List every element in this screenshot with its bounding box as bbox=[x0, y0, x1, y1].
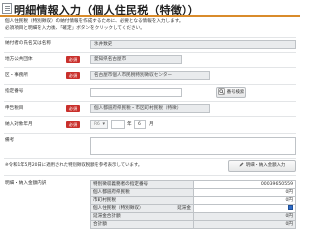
tax-item-label: 申告税目 bbox=[5, 106, 24, 111]
checkbox[interactable] bbox=[288, 205, 293, 210]
era-select[interactable]: R6 bbox=[90, 120, 108, 129]
row-key: 合計額 bbox=[90, 220, 194, 229]
remarks-textarea[interactable] bbox=[90, 137, 296, 155]
form-icon bbox=[2, 3, 12, 14]
payer-name-label: 納付者の氏名又は名称 bbox=[5, 41, 51, 46]
required-badge: 必須 bbox=[66, 105, 80, 112]
row-value: 0円 bbox=[193, 196, 296, 205]
remarks-label: 備考 bbox=[5, 138, 15, 143]
row-key: 特別徴収義務者の指定番号 bbox=[90, 180, 194, 189]
row-value: 0円 bbox=[193, 188, 296, 197]
row-value: 0円 bbox=[193, 212, 296, 221]
district-field[interactable]: 名古屋市個人市民税特別徴収センター bbox=[90, 71, 210, 80]
divider bbox=[4, 175, 296, 176]
required-badge: 必須 bbox=[66, 72, 80, 79]
designation-no-input[interactable] bbox=[90, 88, 182, 97]
divider bbox=[4, 52, 296, 53]
row-key: 個人住民税（特別徴収） 延滞金 bbox=[90, 204, 194, 213]
table-row: 市町村民税 0円 bbox=[90, 196, 296, 205]
row-key: 市町村民税 bbox=[90, 196, 194, 205]
divider bbox=[4, 84, 296, 85]
row-key-main: 個人住民税（特別徴収） bbox=[93, 205, 144, 211]
breakdown-label: 明細・納入金額内訳 bbox=[5, 181, 47, 186]
row-key: 個人都道府県民税 bbox=[90, 188, 194, 197]
table-row: 個人住民税（特別徴収） 延滞金 bbox=[90, 204, 296, 213]
municipality-label: 地方公共団体 bbox=[5, 57, 33, 62]
payment-period-label: 納入対象年月 bbox=[5, 122, 33, 127]
required-badge: 必須 bbox=[66, 121, 80, 128]
divider bbox=[4, 133, 296, 134]
row-value: 00039650559 bbox=[193, 180, 296, 189]
district-label: 区・事務所 bbox=[5, 73, 28, 78]
divider bbox=[4, 67, 296, 68]
row-key-sub: 延滞金 bbox=[177, 205, 191, 211]
tax-item-field[interactable]: 個人都道府県民税・市区町村民税（特徴） bbox=[90, 104, 210, 113]
pencil-icon bbox=[239, 162, 244, 167]
table-row: 延滞金合計額 0円 bbox=[90, 212, 296, 221]
divider bbox=[4, 116, 296, 117]
payer-name-field[interactable]: 氷井数史 bbox=[90, 40, 296, 49]
search-icon bbox=[218, 88, 225, 95]
divider bbox=[4, 101, 296, 102]
month-input[interactable]: 6 bbox=[134, 120, 146, 129]
number-search-label: 番号検索 bbox=[226, 90, 245, 95]
number-search-button[interactable]: 番号検索 bbox=[216, 87, 246, 98]
table-row: 合計額 0円 bbox=[90, 220, 296, 229]
breakdown-table: 特別徴収義務者の指定番号 00039650559 個人都道府県民税 0円 市町村… bbox=[90, 180, 296, 229]
row-value[interactable] bbox=[193, 204, 296, 213]
municipality-field[interactable]: 愛知県名古屋市 bbox=[90, 55, 182, 64]
month-unit: 月 bbox=[149, 122, 154, 127]
divider bbox=[4, 37, 296, 38]
reference-note: ※令和1年5月20日に適用された特別徴収税額を参考表示しています。 bbox=[5, 163, 143, 168]
year-input[interactable] bbox=[111, 120, 125, 129]
intro-line-2: 必須項目と明細を入力後、「確定」ボタンをクリックしてください。 bbox=[5, 26, 145, 31]
row-value: 0円 bbox=[193, 220, 296, 229]
header-divider bbox=[0, 15, 300, 17]
divider bbox=[4, 158, 296, 159]
year-unit: 年 bbox=[127, 122, 132, 127]
table-row: 特別徴収義務者の指定番号 00039650559 bbox=[90, 180, 296, 189]
designation-no-label: 指定番号 bbox=[5, 89, 24, 94]
breakdown-input-label: 明細・納入金額入力 bbox=[245, 163, 286, 168]
row-key: 延滞金合計額 bbox=[90, 212, 194, 221]
breakdown-input-button[interactable]: 明細・納入金額入力 bbox=[228, 160, 296, 172]
table-row: 個人都道府県民税 0円 bbox=[90, 188, 296, 197]
intro-line-1: 個人住民税（特別徴収）の納付情報を作成するために、必要となる情報を入力します。 bbox=[5, 19, 184, 24]
required-badge: 必須 bbox=[66, 56, 80, 63]
